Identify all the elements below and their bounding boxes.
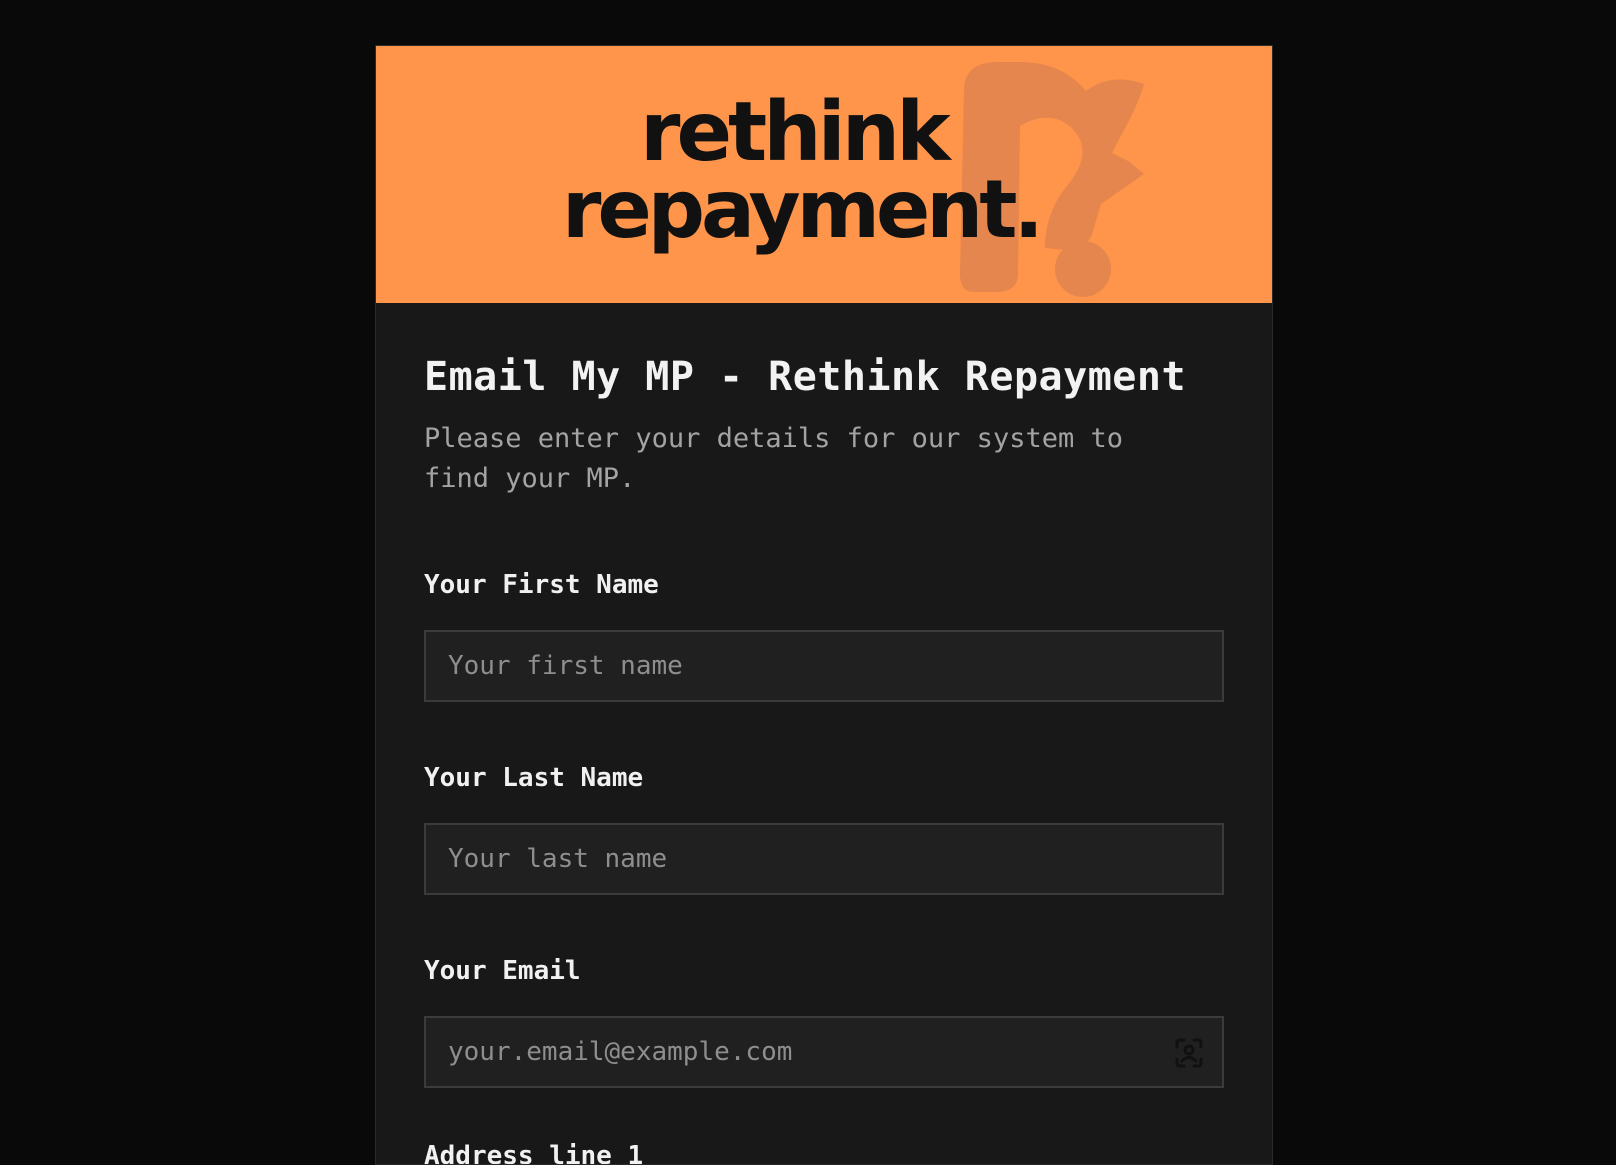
first-name-field: Your First Name — [424, 569, 1224, 702]
last-name-field: Your Last Name — [424, 762, 1224, 895]
logo-text-line-2: repayment. — [562, 163, 1044, 256]
last-name-input-wrapper — [424, 823, 1224, 895]
rethink-repayment-logo: rethink repayment. — [562, 85, 1044, 256]
last-name-label: Your Last Name — [424, 763, 644, 793]
email-input-wrapper — [424, 1016, 1224, 1088]
last-name-input[interactable] — [426, 825, 1222, 893]
form-instructions: Please enter your details for our system… — [424, 423, 1123, 494]
address-line-1-field: Address line 1 — [424, 1140, 1224, 1165]
page-title: Email My MP - Rethink Repayment — [424, 354, 1187, 400]
contact-card-icon[interactable] — [1172, 1036, 1206, 1070]
first-name-input-wrapper — [424, 630, 1224, 702]
email-input[interactable] — [426, 1018, 1222, 1086]
form-content: Email My MP - Rethink Repayment Please e… — [376, 303, 1272, 1165]
logo-text-line-1: rethink — [640, 85, 951, 180]
email-label: Your Email — [424, 956, 581, 986]
first-name-input[interactable] — [426, 632, 1222, 700]
first-name-label: Your First Name — [424, 570, 659, 600]
email-mp-form-card: rethink repayment. Email My MP - Rethink… — [375, 45, 1273, 1165]
email-field: Your Email — [424, 955, 1224, 1088]
address-line-1-label: Address line 1 — [424, 1141, 644, 1165]
brand-banner: rethink repayment. — [376, 46, 1272, 303]
